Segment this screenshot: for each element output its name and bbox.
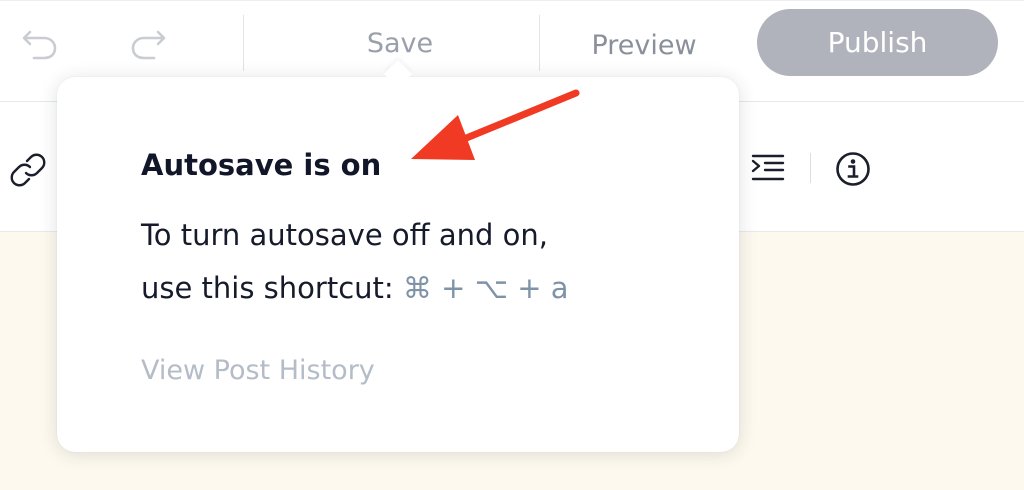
info-icon (836, 152, 870, 186)
arrow-annotation (411, 89, 580, 160)
undo-icon (22, 30, 57, 60)
save-button[interactable]: Save (352, 26, 448, 62)
preview-button[interactable]: Preview (576, 27, 712, 65)
popover-title: Autosave is on (141, 148, 382, 182)
toolbar-divider (539, 15, 540, 71)
top-border (0, 0, 1024, 1)
toolbar-divider (243, 15, 244, 71)
indent-button[interactable] (748, 150, 788, 186)
view-post-history-link[interactable]: View Post History (141, 355, 375, 386)
link-button[interactable] (8, 150, 48, 190)
publish-button[interactable]: Publish (757, 9, 998, 76)
indent-icon (751, 154, 785, 181)
autosave-popover (57, 77, 739, 452)
link-icon (10, 153, 46, 187)
redo-icon (131, 30, 166, 60)
undo-button[interactable] (18, 24, 62, 64)
popover-description: To turn autosave off and on, (141, 218, 548, 252)
shortcut-prefix: use this shortcut: (141, 271, 394, 305)
popover-shortcut-line: use this shortcut: ⌘ + ⌥ + a (141, 271, 569, 305)
info-button[interactable] (834, 150, 872, 188)
editor-page: Save Preview Publish Autosave is on To t… (0, 0, 1024, 490)
format-toolbar-divider (810, 153, 811, 183)
shortcut-keys: ⌘ + ⌥ + a (402, 271, 569, 305)
redo-button[interactable] (126, 24, 170, 64)
